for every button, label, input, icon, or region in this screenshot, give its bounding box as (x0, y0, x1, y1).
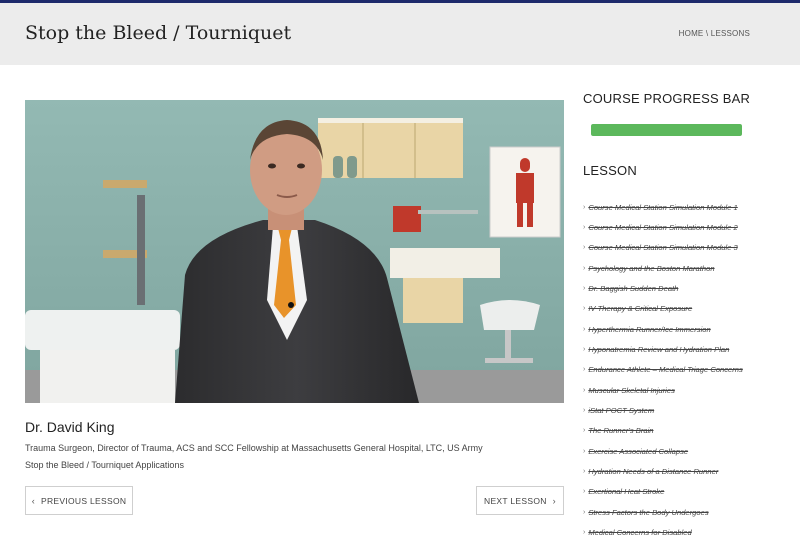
video-frame (25, 100, 564, 403)
lesson-link[interactable]: › Exercise Associated Collapse (583, 441, 743, 461)
lesson-link[interactable]: › Course Medical Station Simulation Modul… (583, 197, 743, 217)
presenter-title: Trauma Surgeon, Director of Trauma, ACS … (25, 443, 483, 453)
lesson-link-label: Course Medical Station Simulation Module… (588, 223, 738, 233)
lesson-link[interactable]: › Muscular Skeletal Injuries (583, 380, 743, 400)
lesson-link[interactable]: › Dr. Baggish Sudden Death (583, 278, 743, 298)
bullet-icon: › (583, 203, 586, 211)
lesson-link[interactable]: › Hyperthermia Runner/Ice Immersion (583, 319, 743, 339)
lesson-link-label: Dr. Baggish Sudden Death (588, 284, 679, 294)
bullet-icon: › (583, 427, 586, 435)
bullet-icon: › (583, 488, 586, 496)
lesson-link[interactable]: › Medical Concerns for Disabled (583, 523, 743, 543)
presenter-name: Dr. David King (25, 419, 115, 435)
lesson-link-label: Course Medical Station Simulation Module… (588, 243, 738, 253)
chevron-right-icon: › (552, 495, 556, 506)
breadcrumb-home-link[interactable]: HOME (679, 29, 704, 38)
progress-heading: COURSE PROGRESS BAR (583, 91, 751, 106)
page-header: Stop the Bleed / Tourniquet HOME \ LESSO… (0, 3, 800, 65)
breadcrumb-lessons-link[interactable]: LESSONS (711, 29, 750, 38)
page-title: Stop the Bleed / Tourniquet (25, 22, 292, 44)
lesson-list: › Course Medical Station Simulation Modul… (583, 197, 743, 543)
lesson-link[interactable]: › IV Therapy & Critical Exposure (583, 299, 743, 319)
lesson-link-label: Hydration Needs of a Distance Runner (588, 467, 719, 477)
lesson-link-label: IV Therapy & Critical Exposure (588, 304, 693, 314)
previous-lesson-button[interactable]: ‹ PREVIOUS LESSON (25, 486, 133, 515)
lesson-link-label: Hyperthermia Runner/Ice Immersion (588, 324, 711, 334)
lesson-link[interactable]: › Exertional Heat Stroke (583, 482, 743, 502)
lesson-link-label: Muscular Skeletal Injuries (588, 385, 675, 395)
lesson-link[interactable]: › Hyponatremia Review and Hydration Plan (583, 339, 743, 359)
lesson-link[interactable]: › Course Medical Station Simulation Modul… (583, 217, 743, 237)
lesson-heading: LESSON (583, 163, 637, 178)
course-progress-fill (591, 124, 742, 136)
next-lesson-label: NEXT LESSON (484, 495, 547, 506)
bullet-icon: › (583, 346, 586, 354)
bullet-icon: › (583, 305, 586, 313)
lesson-link-label: Psychology and the Boston Marathon (588, 263, 715, 273)
bullet-icon: › (583, 285, 586, 293)
bullet-icon: › (583, 386, 586, 394)
video-player[interactable] (25, 100, 564, 403)
lesson-topic: Stop the Bleed / Tourniquet Applications (25, 460, 184, 470)
lesson-link-label: Stress Factors the Body Undergoes (588, 507, 709, 517)
course-progress-bar (591, 124, 742, 136)
bullet-icon: › (583, 244, 586, 252)
lesson-link-label: iStat POCT System (588, 406, 655, 416)
lesson-link[interactable]: › Psychology and the Boston Marathon (583, 258, 743, 278)
lesson-link-label: Exertional Heat Stroke (588, 487, 665, 497)
bullet-icon: › (583, 529, 586, 537)
lesson-link-label: The Runner's Brain (588, 426, 654, 436)
breadcrumb: HOME \ LESSONS (679, 29, 750, 38)
previous-lesson-label: PREVIOUS LESSON (41, 495, 127, 506)
bullet-icon: › (583, 264, 586, 272)
lesson-link-label: Course Medical Station Simulation Module… (588, 202, 738, 212)
breadcrumb-separator: \ (705, 29, 709, 38)
lesson-link[interactable]: › Stress Factors the Body Undergoes (583, 502, 743, 522)
bullet-icon: › (583, 366, 586, 374)
lesson-link[interactable]: › iStat POCT System (583, 400, 743, 420)
lesson-link[interactable]: › Hydration Needs of a Distance Runner (583, 461, 743, 481)
lesson-link[interactable]: › Endurance Athlete – Medical Triage Conc… (583, 360, 743, 380)
lesson-link[interactable]: › The Runner's Brain (583, 421, 743, 441)
bullet-icon: › (583, 224, 586, 232)
bullet-icon: › (583, 468, 586, 476)
bullet-icon: › (583, 508, 586, 516)
lesson-link-label: Endurance Athlete – Medical Triage Conce… (588, 365, 743, 375)
bullet-icon: › (583, 447, 586, 455)
next-lesson-button[interactable]: NEXT LESSON › (476, 486, 564, 515)
lesson-link-label: Medical Concerns for Disabled (588, 528, 692, 538)
bullet-icon: › (583, 325, 586, 333)
lesson-link[interactable]: › Course Medical Station Simulation Modul… (583, 238, 743, 258)
bullet-icon: › (583, 407, 586, 415)
lesson-link-label: Exercise Associated Collapse (588, 446, 689, 456)
chevron-left-icon: ‹ (31, 495, 36, 506)
lesson-link-label: Hyponatremia Review and Hydration Plan (588, 345, 730, 355)
